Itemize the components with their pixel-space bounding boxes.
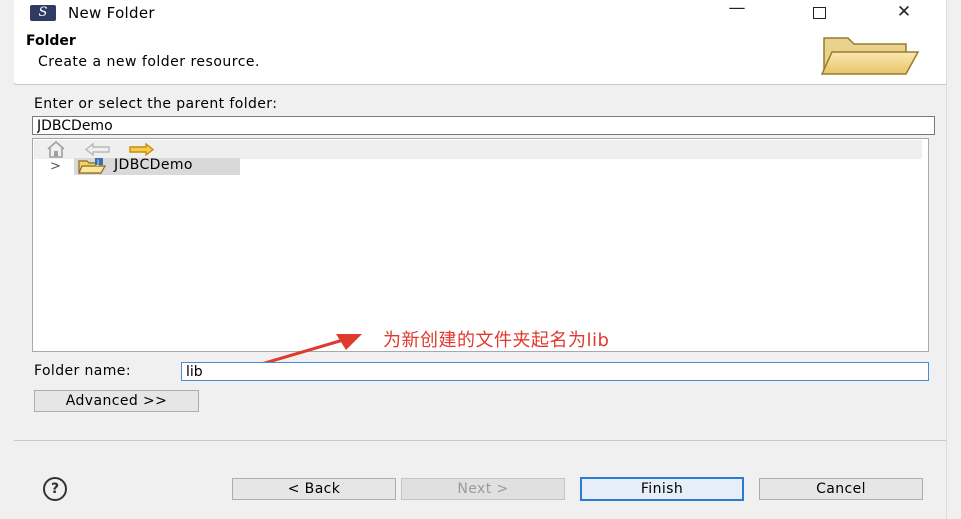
dialog-right-edge [946, 0, 961, 519]
next-button[interactable]: Next > [401, 478, 565, 500]
tree-item-label: JDBCDemo [114, 157, 193, 173]
forward-arrow-icon[interactable] [127, 143, 155, 156]
back-arrow-icon[interactable] [84, 143, 112, 156]
java-project-folder-icon: J [78, 158, 107, 174]
footer-separator [14, 440, 946, 441]
folder-banner-icon [820, 37, 920, 75]
back-button[interactable]: < Back [232, 478, 396, 500]
parent-folder-label: Enter or select the parent folder: [34, 96, 278, 112]
minimize-button[interactable]: — [722, 0, 752, 19]
advanced-button[interactable]: Advanced >> [34, 390, 199, 412]
dialog-left-edge [0, 0, 15, 519]
maximize-icon [813, 7, 826, 19]
maximize-button[interactable] [805, 2, 835, 24]
tree-expand-icon[interactable]: > [50, 159, 61, 174]
window-title: New Folder [68, 4, 155, 22]
cancel-button[interactable]: Cancel [759, 478, 923, 500]
home-icon[interactable] [46, 141, 66, 158]
page-title: Folder [26, 33, 76, 49]
parent-folder-input[interactable] [32, 116, 935, 135]
help-icon[interactable]: ? [43, 477, 67, 501]
annotation-text: 为新创建的文件夹起名为lib [383, 330, 610, 351]
page-description: Create a new folder resource. [38, 54, 260, 70]
eclipse-app-icon: S [30, 5, 56, 21]
svg-text:J: J [96, 159, 99, 167]
folder-name-input[interactable] [181, 362, 929, 381]
finish-button[interactable]: Finish [580, 477, 744, 501]
close-button[interactable]: ✕ [889, 1, 919, 23]
folder-name-label: Folder name: [34, 363, 131, 379]
